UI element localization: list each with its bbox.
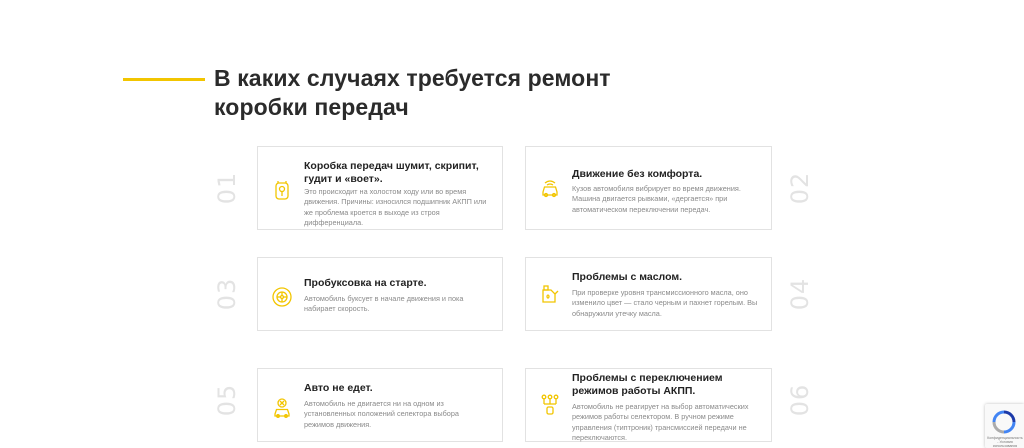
card-number-06: 06 — [786, 383, 814, 417]
card-description: Это происходит на холостом ходу или во в… — [304, 187, 487, 227]
card-number-02: 02 — [786, 171, 814, 205]
card-number-05: 05 — [213, 383, 241, 417]
heading-accent-line — [123, 78, 205, 81]
card-title: Проблемы с переключением режимов работы … — [572, 372, 723, 397]
card-number-04: 04 — [786, 277, 814, 311]
wheel-icon — [270, 285, 294, 309]
gearbox-icon — [270, 179, 294, 203]
problem-card-comfort: Движение без комфорта. Кузов автомобиля … — [525, 146, 772, 230]
card-number-01: 01 — [213, 171, 241, 205]
card-title: Авто не едет. — [304, 382, 373, 394]
card-description: Автомобиль не реагирует на выбор автомат… — [572, 402, 749, 442]
card-number-03: 03 — [213, 277, 241, 311]
oil-canister-icon — [538, 282, 562, 306]
problem-card-not-moving: Авто не едет. Автомобиль не двигается ни… — [257, 368, 503, 442]
recaptcha-badge[interactable]: Конфиденциальность - Условия использован… — [985, 404, 1024, 448]
problem-card-slip: Пробуксовка на старте. Автомобиль буксуе… — [257, 257, 503, 331]
card-description: Автомобиль буксует в начале движения и п… — [304, 294, 464, 314]
card-title: Коробка передач шумит, скрипит, гудит и … — [304, 160, 479, 185]
section-heading-line-2: коробки передач — [214, 94, 409, 120]
card-description: Кузов автомобиля вибрирует во время движ… — [572, 184, 741, 214]
problem-card-mode-switch: Проблемы с переключением режимов работы … — [525, 368, 772, 442]
problem-card-oil: Проблемы с маслом. При проверке уровня т… — [525, 257, 772, 331]
recaptcha-icon — [992, 410, 1016, 434]
car-vibration-icon — [538, 177, 562, 201]
problem-card-noise: Коробка передач шумит, скрипит, гудит и … — [257, 146, 503, 230]
card-title: Движение без комфорта. — [572, 168, 703, 180]
card-description: Автомобиль не двигается ни на одном из у… — [304, 399, 459, 429]
card-title: Пробуксовка на старте. — [304, 277, 427, 289]
recaptcha-privacy-terms-link[interactable]: Конфиденциальность - Условия использован… — [987, 436, 1023, 448]
gear-selector-icon — [538, 392, 562, 416]
car-stop-icon — [270, 396, 294, 420]
section-heading-line-1: В каких случаях требуется ремонт — [214, 65, 611, 91]
section-heading: В каких случаях требуется ремонт коробки… — [214, 64, 734, 122]
card-description: При проверке уровня трансмиссионного мас… — [572, 288, 758, 318]
card-title: Проблемы с маслом. — [572, 271, 683, 283]
